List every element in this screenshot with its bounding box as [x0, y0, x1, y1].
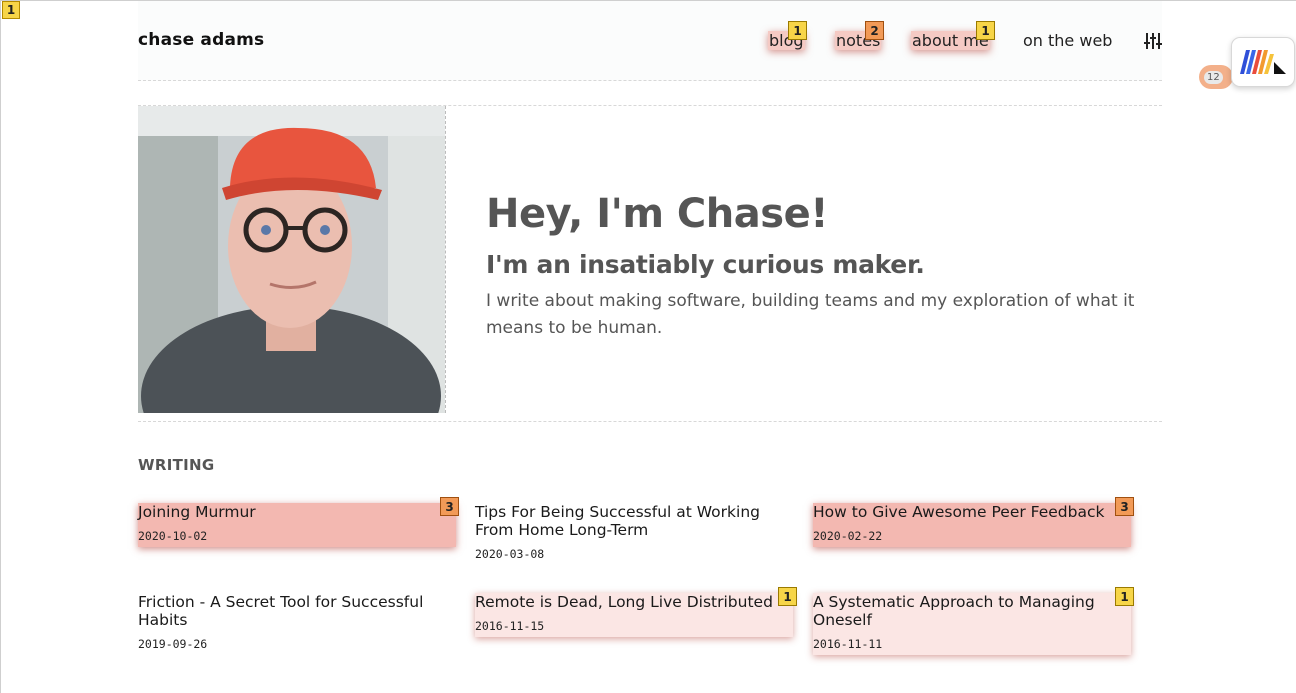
site-brand-link[interactable]: chase adams [138, 30, 264, 50]
post-title[interactable]: Remote is Dead, Long Live Distributed [475, 593, 793, 611]
post-card-friction[interactable]: Friction - A Secret Tool for Successful … [138, 593, 456, 655]
extension-button[interactable] [1231, 37, 1295, 87]
nav-about-badge: 1 [976, 21, 995, 40]
nav-notes-badge: 2 [865, 21, 884, 40]
post-date: 2016-11-11 [813, 637, 883, 651]
nav-on-the-web-link[interactable]: on the web [1023, 31, 1112, 50]
nav-blog-badge: 1 [788, 21, 807, 40]
writing-heading: WRITING [138, 456, 215, 474]
post-card-peer-feedback[interactable]: How to Give Awesome Peer Feedback 2020-0… [813, 503, 1131, 547]
window-edge [0, 1, 1, 693]
hero-subtitle: I'm an insatiably curious maker. [486, 250, 925, 279]
post-date: 2019-09-26 [138, 637, 208, 651]
post-date: 2016-11-15 [475, 619, 545, 633]
post-title[interactable]: How to Give Awesome Peer Feedback [813, 503, 1131, 521]
hero-description: I write about making software, building … [486, 291, 1135, 338]
profile-photo [138, 106, 446, 413]
post-date: 2020-10-02 [138, 529, 208, 543]
post-title[interactable]: Joining Murmur [138, 503, 456, 521]
hero-title: Hey, I'm Chase! [486, 191, 828, 237]
post-card-joining-murmur[interactable]: Joining Murmur 2020-10-02 [138, 503, 456, 547]
post-card-work-from-home[interactable]: Tips For Being Successful at Working Fro… [475, 503, 793, 565]
hero-divider-bottom [138, 421, 1162, 422]
extension-logo-icon [1240, 50, 1286, 74]
post-date: 2020-02-22 [813, 529, 883, 543]
post-title[interactable]: Friction - A Secret Tool for Successful … [138, 593, 456, 629]
sliders-icon[interactable] [1144, 33, 1162, 49]
post-date: 2020-03-08 [475, 547, 545, 561]
post-badge: 3 [440, 497, 459, 516]
extension-count-badge: 12 [1199, 65, 1233, 89]
post-card-remote-is-dead[interactable]: Remote is Dead, Long Live Distributed 20… [475, 593, 793, 637]
post-badge: 3 [1115, 497, 1134, 516]
page-marker-badge: 1 [2, 1, 20, 19]
site-header: chase adams blog 1 notes 2 about me 1 on… [138, 1, 1162, 81]
post-title[interactable]: Tips For Being Successful at Working Fro… [475, 503, 793, 539]
post-badge: 1 [778, 587, 797, 606]
post-card-managing-oneself[interactable]: A Systematic Approach to Managing Onesel… [813, 593, 1131, 655]
post-badge: 1 [1115, 587, 1134, 606]
post-title[interactable]: A Systematic Approach to Managing Onesel… [813, 593, 1131, 629]
